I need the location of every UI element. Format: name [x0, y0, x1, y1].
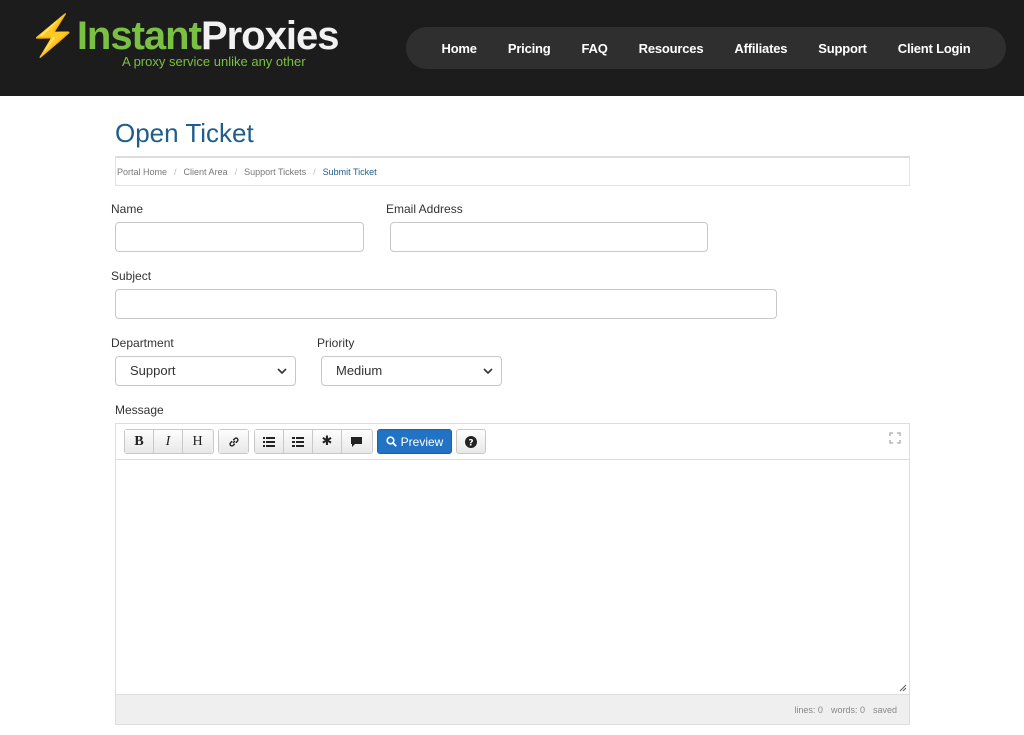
email-label: Email Address	[386, 202, 463, 216]
breadcrumb-client-area[interactable]: Client Area	[184, 167, 228, 177]
priority-select[interactable]: Medium	[321, 356, 502, 386]
department-select[interactable]: Support	[115, 356, 296, 386]
nav-pricing[interactable]: Pricing	[508, 41, 551, 56]
chevron-down-icon	[483, 368, 493, 375]
chevron-down-icon	[277, 368, 287, 375]
logo-tagline: A proxy service unlike any other	[122, 54, 306, 69]
message-textarea[interactable]	[116, 461, 909, 694]
site-header: ⚡InstantProxies A proxy service unlike a…	[0, 0, 1024, 96]
nav-client-login[interactable]: Client Login	[898, 41, 971, 56]
preview-button[interactable]: Preview	[377, 429, 452, 454]
heading-button[interactable]: H	[183, 430, 212, 453]
preview-label: Preview	[400, 434, 444, 449]
italic-button[interactable]: I	[154, 430, 183, 453]
editor-toolbar: B I H ✱ Preview ?	[116, 424, 909, 460]
editor-statusbar: lines: 0 words: 0 saved	[116, 694, 909, 724]
format-button-group: B I H	[124, 429, 214, 454]
quote-button[interactable]	[342, 430, 371, 453]
department-value: Support	[130, 363, 176, 378]
help-icon: ?	[465, 435, 477, 448]
bold-button[interactable]: B	[125, 430, 154, 453]
asterisk-button[interactable]: ✱	[313, 430, 342, 453]
help-button[interactable]: ?	[456, 429, 486, 454]
nav-resources[interactable]: Resources	[639, 41, 704, 56]
email-input[interactable]	[390, 222, 708, 252]
logo-second-word: Proxies	[200, 14, 340, 58]
fullscreen-icon[interactable]	[889, 432, 901, 444]
priority-value: Medium	[336, 363, 383, 378]
list-button-group: ✱	[254, 429, 373, 454]
nav-faq[interactable]: FAQ	[582, 41, 608, 56]
nav-affiliates[interactable]: Affiliates	[734, 41, 787, 56]
logo-first-word: Instant	[76, 14, 202, 58]
link-button-group	[218, 429, 249, 454]
name-input[interactable]	[115, 222, 364, 252]
breadcrumb-portal-home[interactable]: Portal Home	[117, 167, 167, 177]
logo-wordmark: ⚡InstantProxies	[28, 12, 340, 60]
unordered-list-icon	[263, 436, 275, 447]
link-button[interactable]	[219, 430, 248, 453]
bolt-icon: ⚡	[28, 14, 78, 58]
main-nav: Home Pricing FAQ Resources Affiliates Su…	[406, 27, 1006, 69]
logo[interactable]: ⚡InstantProxies A proxy service unlike a…	[28, 14, 339, 76]
department-label: Department	[111, 336, 174, 350]
nav-home[interactable]: Home	[442, 41, 478, 56]
nav-support[interactable]: Support	[818, 41, 867, 56]
subject-input[interactable]	[115, 289, 777, 319]
ordered-list-icon	[292, 436, 304, 447]
status-words: words: 0	[830, 704, 865, 715]
breadcrumb-separator: /	[174, 166, 177, 177]
status-lines: lines: 0	[794, 704, 823, 715]
link-icon	[228, 436, 239, 447]
heading-icon: H	[192, 433, 203, 449]
unordered-list-button[interactable]	[255, 430, 284, 453]
message-label: Message	[115, 403, 164, 417]
search-icon	[386, 436, 397, 447]
breadcrumb-submit-ticket: Submit Ticket	[322, 166, 377, 177]
bold-icon: B	[134, 433, 144, 449]
status-saved: saved	[872, 704, 897, 715]
italic-icon: I	[165, 433, 171, 449]
ordered-list-button[interactable]	[284, 430, 313, 453]
subject-label: Subject	[111, 269, 152, 283]
quote-icon	[351, 436, 362, 447]
page-title: Open Ticket	[115, 118, 254, 148]
asterisk-icon: ✱	[321, 434, 333, 449]
priority-label: Priority	[317, 336, 355, 350]
message-editor: B I H ✱ Preview ? lines: 0 words: 0 save…	[115, 423, 910, 725]
breadcrumb: Portal Home / Client Area / Support Tick…	[115, 156, 910, 186]
breadcrumb-support-tickets[interactable]: Support Tickets	[244, 167, 306, 177]
breadcrumb-separator: /	[234, 166, 238, 177]
resize-handle-icon[interactable]	[897, 682, 907, 692]
breadcrumb-separator: /	[313, 166, 316, 177]
name-label: Name	[111, 202, 144, 216]
svg-text:?: ?	[468, 438, 473, 448]
